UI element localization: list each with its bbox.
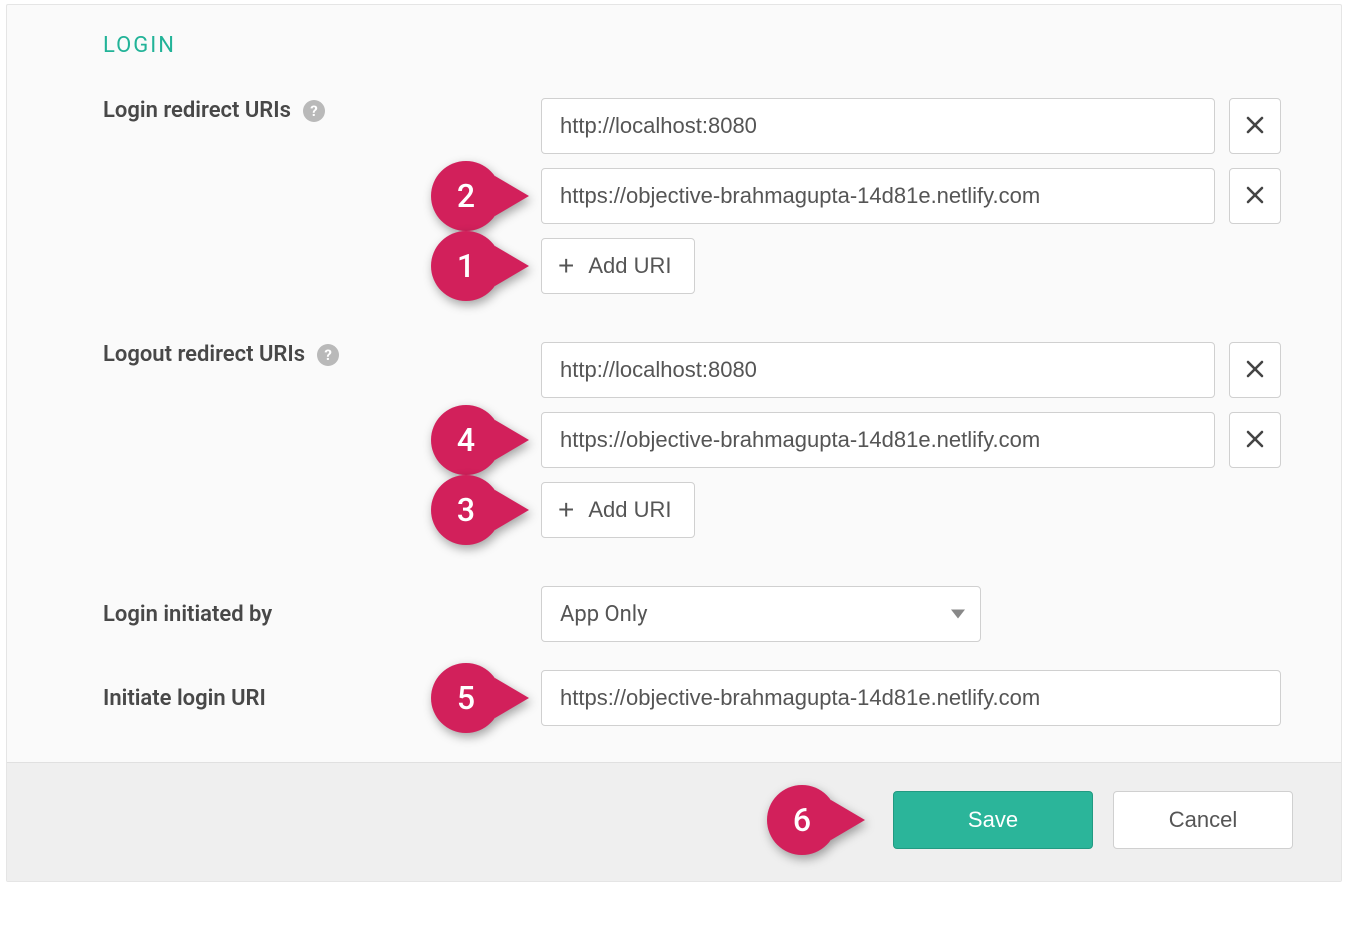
remove-uri-button[interactable] — [1229, 412, 1281, 468]
cancel-button[interactable]: Cancel — [1113, 791, 1293, 849]
plus-icon: + — [558, 496, 574, 524]
label-login-redirect-uris: Login redirect URIs — [103, 98, 291, 123]
select-value: App Only — [560, 602, 648, 627]
field-initiate-login-uri: Initiate login URI 5 — [103, 670, 1281, 726]
add-uri-label: Add URI — [588, 497, 671, 523]
logout-redirect-uri-input[interactable] — [541, 412, 1215, 468]
footer-action-bar: 6 Save Cancel — [7, 762, 1341, 881]
annotation-marker-4: 4 — [431, 405, 501, 475]
login-redirect-uri-input[interactable] — [541, 168, 1215, 224]
logout-redirect-uri-row — [541, 342, 1281, 398]
close-icon — [1245, 185, 1265, 208]
annotation-marker-3: 3 — [431, 475, 501, 545]
help-icon[interactable]: ? — [303, 100, 325, 122]
close-icon — [1245, 115, 1265, 138]
label-logout-redirect-uris: Logout redirect URIs — [103, 342, 305, 367]
remove-uri-button[interactable] — [1229, 98, 1281, 154]
logout-redirect-uri-input[interactable] — [541, 342, 1215, 398]
help-icon[interactable]: ? — [317, 344, 339, 366]
remove-uri-button[interactable] — [1229, 342, 1281, 398]
initiate-login-uri-input[interactable] — [541, 670, 1281, 726]
section-title: LOGIN — [103, 33, 1281, 58]
remove-uri-button[interactable] — [1229, 168, 1281, 224]
add-login-redirect-uri-button[interactable]: + Add URI — [541, 238, 695, 294]
plus-icon: + — [558, 252, 574, 280]
field-logout-redirect-uris: Logout redirect URIs ? 4 — [103, 342, 1281, 538]
close-icon — [1245, 429, 1265, 452]
add-logout-redirect-uri-button[interactable]: + Add URI — [541, 482, 695, 538]
add-uri-label: Add URI — [588, 253, 671, 279]
annotation-marker-6: 6 — [767, 785, 837, 855]
annotation-marker-1: 1 — [431, 231, 501, 301]
label-initiate-login-uri: Initiate login URI — [103, 686, 266, 711]
panel-body: LOGIN Login redirect URIs ? 2 — [7, 5, 1341, 762]
annotation-marker-2: 2 — [431, 161, 501, 231]
login-initiated-by-select[interactable]: App Only — [541, 586, 981, 642]
field-login-initiated-by: Login initiated by App Only — [103, 586, 1281, 642]
logout-redirect-uri-row: 4 — [541, 412, 1281, 468]
login-redirect-uri-row — [541, 98, 1281, 154]
close-icon — [1245, 359, 1265, 382]
save-button[interactable]: Save — [893, 791, 1093, 849]
login-redirect-uri-row: 2 — [541, 168, 1281, 224]
login-redirect-uri-input[interactable] — [541, 98, 1215, 154]
field-login-redirect-uris: Login redirect URIs ? 2 — [103, 98, 1281, 294]
login-settings-panel: LOGIN Login redirect URIs ? 2 — [6, 4, 1342, 882]
label-login-initiated-by: Login initiated by — [103, 602, 272, 627]
